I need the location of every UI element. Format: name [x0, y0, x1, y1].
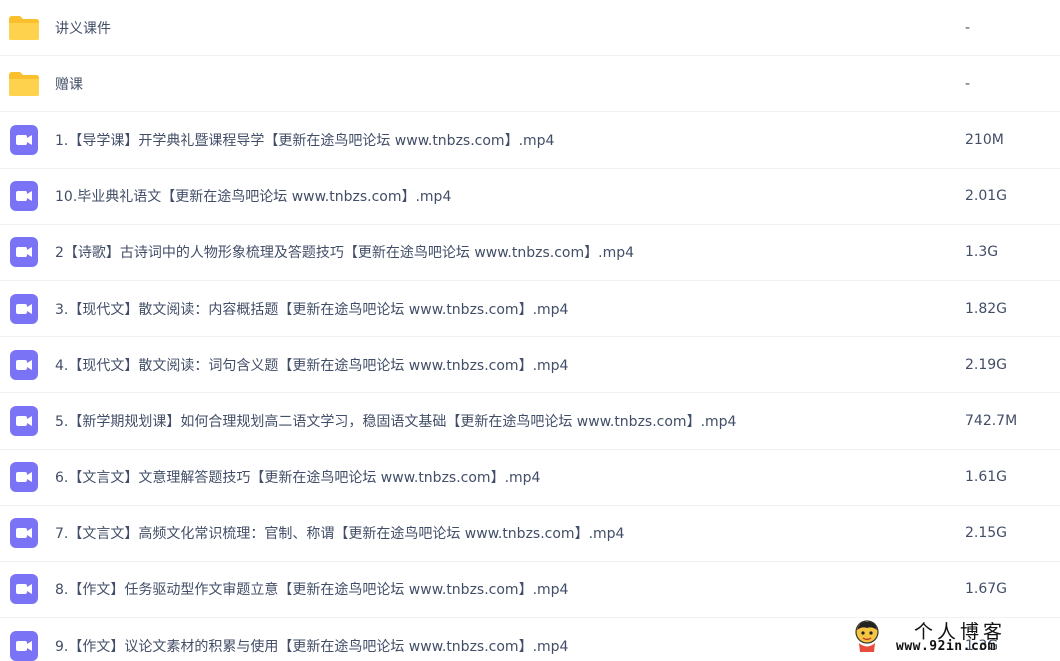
file-size: 2.15G	[965, 525, 1008, 542]
video-file-icon	[8, 124, 40, 156]
folder-icon	[8, 12, 40, 44]
video-file-icon	[8, 461, 40, 493]
file-size: -	[965, 19, 971, 36]
video-file-icon	[8, 517, 40, 549]
video-file-icon	[8, 405, 40, 437]
video-file-icon	[8, 573, 40, 605]
file-name[interactable]: 5.【新学期规划课】如何合理规划高二语文学习，稳固语文基础【更新在途鸟吧论坛 w…	[55, 411, 736, 431]
file-name[interactable]: 10.毕业典礼语文【更新在途鸟吧论坛 www.tnbzs.com】.mp4	[55, 186, 451, 206]
file-name[interactable]: 9.【作文】议论文素材的积累与使用【更新在途鸟吧论坛 www.tnbzs.com…	[55, 636, 568, 656]
file-row[interactable]: 4.【现代文】散文阅读：词句含义题【更新在途鸟吧论坛 www.tnbzs.com…	[0, 337, 1060, 394]
folder-row[interactable]: 赠课 -	[0, 56, 1060, 113]
file-name[interactable]: 2【诗歌】古诗词中的人物形象梳理及答题技巧【更新在途鸟吧论坛 www.tnbzs…	[55, 242, 634, 262]
video-file-icon	[8, 180, 40, 212]
video-file-icon	[8, 349, 40, 381]
file-name[interactable]: 1.【导学课】开学典礼暨课程导学【更新在途鸟吧论坛 www.tnbzs.com】…	[55, 130, 554, 150]
folder-row[interactable]: 讲义课件 -	[0, 0, 1060, 57]
file-size: 1.61G	[965, 469, 1008, 486]
file-size: 210M	[965, 131, 1004, 148]
file-size: 1.3G	[965, 244, 999, 261]
mascot-logo-icon	[855, 620, 879, 652]
file-name[interactable]: 7.【文言文】高频文化常识梳理：官制、称谓【更新在途鸟吧论坛 www.tnbzs…	[55, 523, 624, 543]
file-row[interactable]: 8.【作文】任务驱动型作文审题立意【更新在途鸟吧论坛 www.tnbzs.com…	[0, 562, 1060, 619]
file-name[interactable]: 6.【文言文】文意理解答题技巧【更新在途鸟吧论坛 www.tnbzs.com】.…	[55, 467, 540, 487]
file-name[interactable]: 8.【作文】任务驱动型作文审题立意【更新在途鸟吧论坛 www.tnbzs.com…	[55, 579, 568, 599]
file-row[interactable]: 2【诗歌】古诗词中的人物形象梳理及答题技巧【更新在途鸟吧论坛 www.tnbzs…	[0, 225, 1060, 281]
file-list: 讲义课件 - 赠课 - 1.【导学课】开学典礼暨课程导学【更新在途鸟吧论坛 www.tn…	[0, 0, 1060, 661]
file-name[interactable]: 4.【现代文】散文阅读：词句含义题【更新在途鸟吧论坛 www.tnbzs.com…	[55, 355, 568, 375]
file-row[interactable]: 3.【现代文】散文阅读：内容概括题【更新在途鸟吧论坛 www.tnbzs.com…	[0, 281, 1060, 338]
file-name[interactable]: 3.【现代文】散文阅读：内容概括题【更新在途鸟吧论坛 www.tnbzs.com…	[55, 299, 568, 319]
file-size: -	[965, 75, 971, 92]
file-size: 1.67G	[965, 581, 1008, 598]
video-file-icon	[8, 293, 40, 325]
video-file-icon	[8, 236, 40, 268]
file-row[interactable]: 7.【文言文】高频文化常识梳理：官制、称谓【更新在途鸟吧论坛 www.tnbzs…	[0, 506, 1060, 562]
file-size: 1.82G	[965, 300, 1008, 317]
file-row[interactable]: 5.【新学期规划课】如何合理规划高二语文学习，稳固语文基础【更新在途鸟吧论坛 w…	[0, 393, 1060, 450]
video-file-icon	[8, 630, 40, 661]
file-row[interactable]: 10.毕业典礼语文【更新在途鸟吧论坛 www.tnbzs.com】.mp4 2.0…	[0, 169, 1060, 225]
file-name[interactable]: 赠课	[55, 74, 83, 94]
folder-icon	[8, 68, 40, 100]
file-name[interactable]: 讲义课件	[55, 18, 111, 38]
watermark-url: www.92in.com	[896, 639, 996, 654]
file-row[interactable]: 1.【导学课】开学典礼暨课程导学【更新在途鸟吧论坛 www.tnbzs.com】…	[0, 112, 1060, 169]
blog-watermark: 个人博客 www.92in.com	[852, 617, 1052, 657]
file-size: 2.01G	[965, 188, 1008, 205]
file-row[interactable]: 6.【文言文】文意理解答题技巧【更新在途鸟吧论坛 www.tnbzs.com】.…	[0, 450, 1060, 506]
file-size: 742.7M	[965, 412, 1018, 429]
file-size: 2.19G	[965, 356, 1008, 373]
